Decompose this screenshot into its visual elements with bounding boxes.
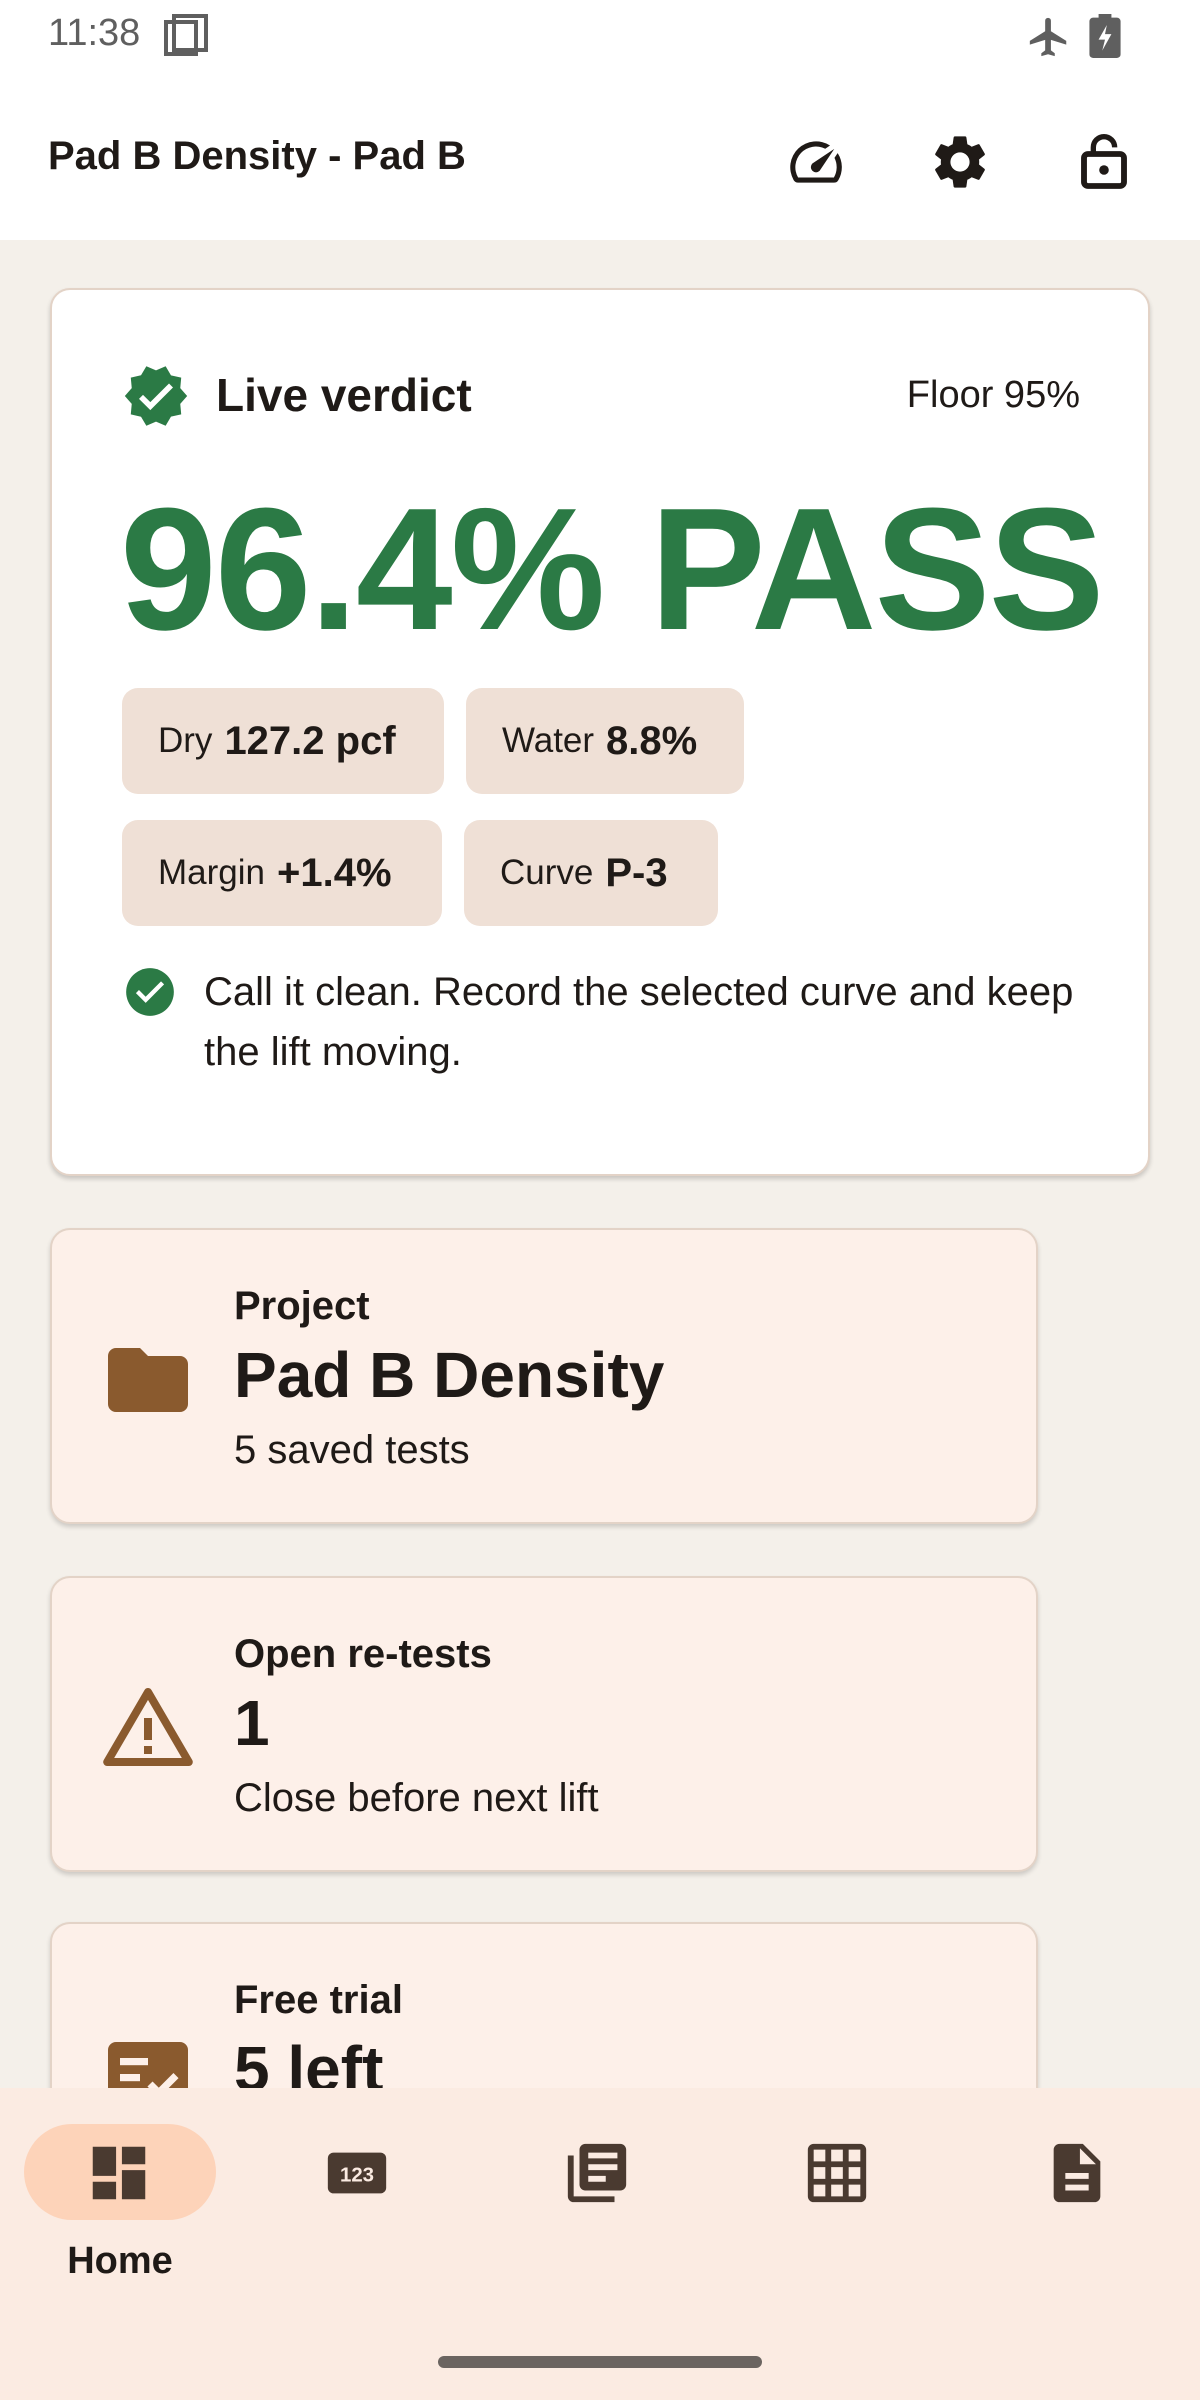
saved-tests-count: 5 saved tests <box>234 1428 470 1472</box>
page-title: Pad B Density - Pad B <box>48 134 466 178</box>
list-icon <box>567 2143 627 2203</box>
chip-value: P-3 <box>605 850 668 895</box>
dry-density-chip: Dry 127.2 pcf <box>122 688 444 794</box>
gauge-icon <box>790 141 842 183</box>
gear-icon <box>935 136 985 188</box>
svg-text:123: 123 <box>340 2165 374 2187</box>
status-time: 11:38 <box>48 12 141 54</box>
app-bar: Pad B Density - Pad B <box>0 84 1200 240</box>
home-gesture-bar[interactable] <box>438 2356 762 2368</box>
nav-home-label: Home <box>67 2240 173 2282</box>
chip-key: Dry <box>158 721 213 760</box>
nav-document[interactable] <box>1032 2124 1200 2324</box>
retests-hint: Close before next lift <box>234 1776 599 1820</box>
project-name: Pad B Density <box>234 1339 665 1411</box>
chip-key: Curve <box>500 853 594 892</box>
lock-icon <box>1081 134 1127 189</box>
retests-card[interactable]: Open re-tests 1 Close before next lift <box>50 1576 1038 1872</box>
retests-count: 1 <box>234 1687 270 1759</box>
airplane-mode-icon <box>1029 17 1067 57</box>
grid-icon <box>807 2143 867 2203</box>
project-card[interactable]: Project Pad B Density 5 saved tests <box>50 1228 1038 1524</box>
status-bar: 11:38 <box>0 0 1200 84</box>
dashboard-icon <box>92 2146 146 2200</box>
chip-value: +1.4% <box>276 850 392 895</box>
settings-button[interactable] <box>918 120 1002 204</box>
numeric-icon: 123 <box>327 2152 387 2194</box>
curve-chip: Curve P-3 <box>464 820 718 926</box>
card-label: Free trial <box>234 1978 403 2022</box>
verdict-note: Call it clean. Record the selected curve… <box>204 970 1074 1074</box>
margin-chip: Margin +1.4% <box>122 820 442 926</box>
bottom-nav: Home 123 <box>0 2088 1200 2400</box>
verdict-label: Live verdict <box>216 369 472 421</box>
verified-badge-icon <box>124 366 188 426</box>
nav-home[interactable]: Home <box>24 2124 224 2324</box>
chip-value: 8.8% <box>606 718 698 763</box>
nav-grid[interactable] <box>792 2124 992 2324</box>
battery-charging-icon <box>1089 14 1121 58</box>
card-label: Open re-tests <box>234 1632 492 1676</box>
verdict-card: Live verdict Floor 95% 96.4% PASS Dry 12… <box>50 288 1150 1176</box>
document-icon <box>1053 2143 1101 2203</box>
check-circle-icon <box>126 968 174 1016</box>
screenshot-icon <box>164 14 208 56</box>
lock-button[interactable] <box>1062 120 1146 204</box>
gauge-button[interactable] <box>774 120 858 204</box>
nav-list[interactable] <box>552 2124 752 2324</box>
water-content-chip: Water 8.8% <box>466 688 744 794</box>
chip-key: Margin <box>158 853 265 892</box>
warning-icon <box>103 1688 193 1766</box>
chip-value: 127.2 pcf <box>224 718 396 763</box>
verdict-result: 96.4% PASS <box>120 471 1105 666</box>
screen: 11:38 Pad B Density - Pad B Live verdict… <box>0 0 1200 2400</box>
nav-numeric[interactable]: 123 <box>312 2124 512 2324</box>
card-label: Project <box>234 1284 370 1328</box>
chip-key: Water <box>502 721 595 760</box>
folder-icon <box>108 1348 188 1412</box>
floor-threshold: Floor 95% <box>906 374 1080 416</box>
